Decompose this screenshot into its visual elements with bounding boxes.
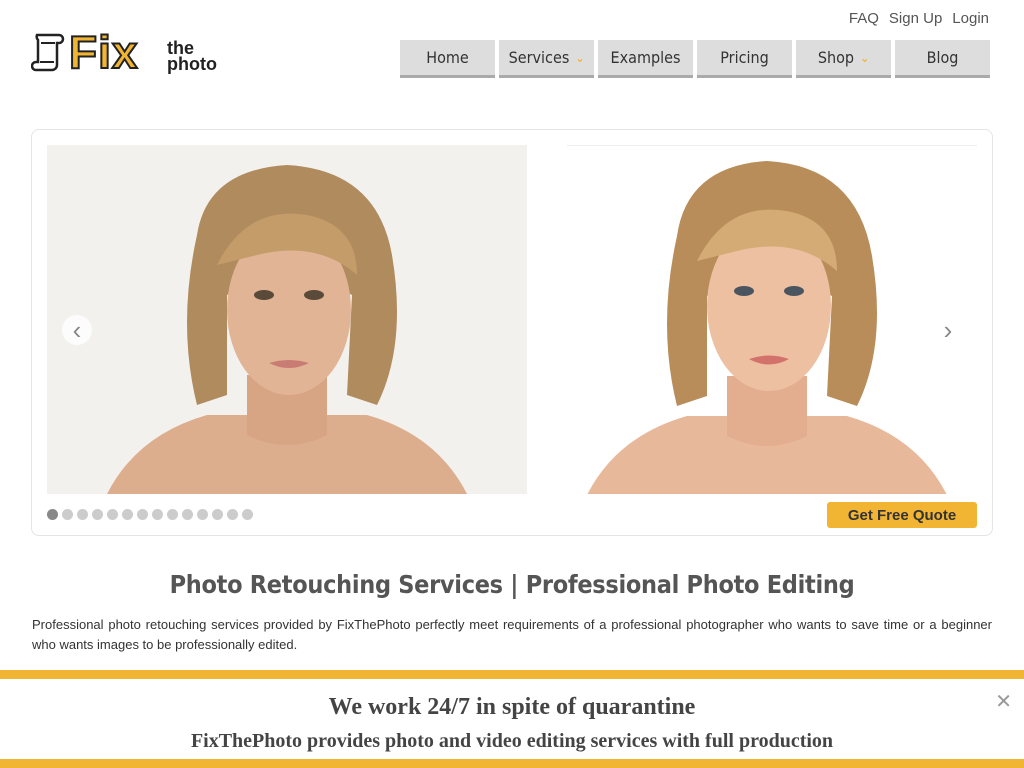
nav-pricing-label: Pricing [720,48,769,67]
chevron-right-icon: › [943,314,953,345]
nav-blog[interactable]: Blog [895,40,990,78]
get-free-quote-button[interactable]: Get Free Quote [827,502,977,528]
logo-fix-text: Fix [68,26,139,78]
nav-blog-label: Blog [926,48,959,67]
top-links: FAQ Sign Up Login [849,10,989,27]
nav-examples[interactable]: Examples [598,40,693,78]
slider-dot[interactable] [167,509,178,520]
slider-dot[interactable] [212,509,223,520]
after-photo [567,145,977,494]
nav-home[interactable]: Home [400,40,495,78]
slider-dot[interactable] [77,509,88,520]
logo-photo-text: photo [167,54,217,74]
slider-dot[interactable] [107,509,118,520]
signup-link[interactable]: Sign Up [889,10,942,27]
banner-headline: We work 24/7 in spite of quarantine [328,694,696,720]
slider-dot[interactable] [197,509,208,520]
slider-dot[interactable] [137,509,148,520]
slider-dots [47,509,253,520]
intro-text: Professional photo retouching services p… [32,617,992,652]
chevron-down-icon: ⌄ [860,50,870,65]
nav-services-label: Services [508,48,570,67]
slider-dot[interactable] [62,509,73,520]
site-logo[interactable]: Fix the photo [31,26,231,78]
page-title: Photo Retouching Services | Professional… [169,570,855,599]
before-photo [47,145,527,494]
faq-link[interactable]: FAQ [849,10,879,27]
quarantine-banner: We work 24/7 in spite of quarantine FixT… [0,670,1024,768]
slider-dot[interactable] [227,509,238,520]
slider-dot[interactable] [122,509,133,520]
close-icon[interactable]: ✕ [995,689,1012,714]
slider-prev-button[interactable]: ‹ [62,315,92,345]
slider-dot[interactable] [242,509,253,520]
slider-dot[interactable] [92,509,103,520]
nav-shop[interactable]: Shop ⌄ [796,40,891,78]
nav-home-label: Home [426,48,469,67]
nav-examples-label: Examples [610,48,681,67]
slider-next-button[interactable]: › [933,315,963,345]
chevron-left-icon: ‹ [72,314,82,345]
slider-dot[interactable] [47,509,58,520]
main-nav: Home Services ⌄ Examples Pricing Shop ⌄ Bl… [400,40,990,78]
nav-services[interactable]: Services ⌄ [499,40,594,78]
banner-subline: FixThePhoto provides photo and video edi… [190,730,834,752]
nav-shop-label: Shop [817,48,855,67]
nav-pricing[interactable]: Pricing [697,40,792,78]
before-after-slider: ‹ › Get Free Quote [31,129,993,536]
slider-dot[interactable] [152,509,163,520]
scroll-logo-icon [31,33,65,72]
chevron-down-icon: ⌄ [575,50,585,65]
login-link[interactable]: Login [952,10,989,27]
slider-dot[interactable] [182,509,193,520]
